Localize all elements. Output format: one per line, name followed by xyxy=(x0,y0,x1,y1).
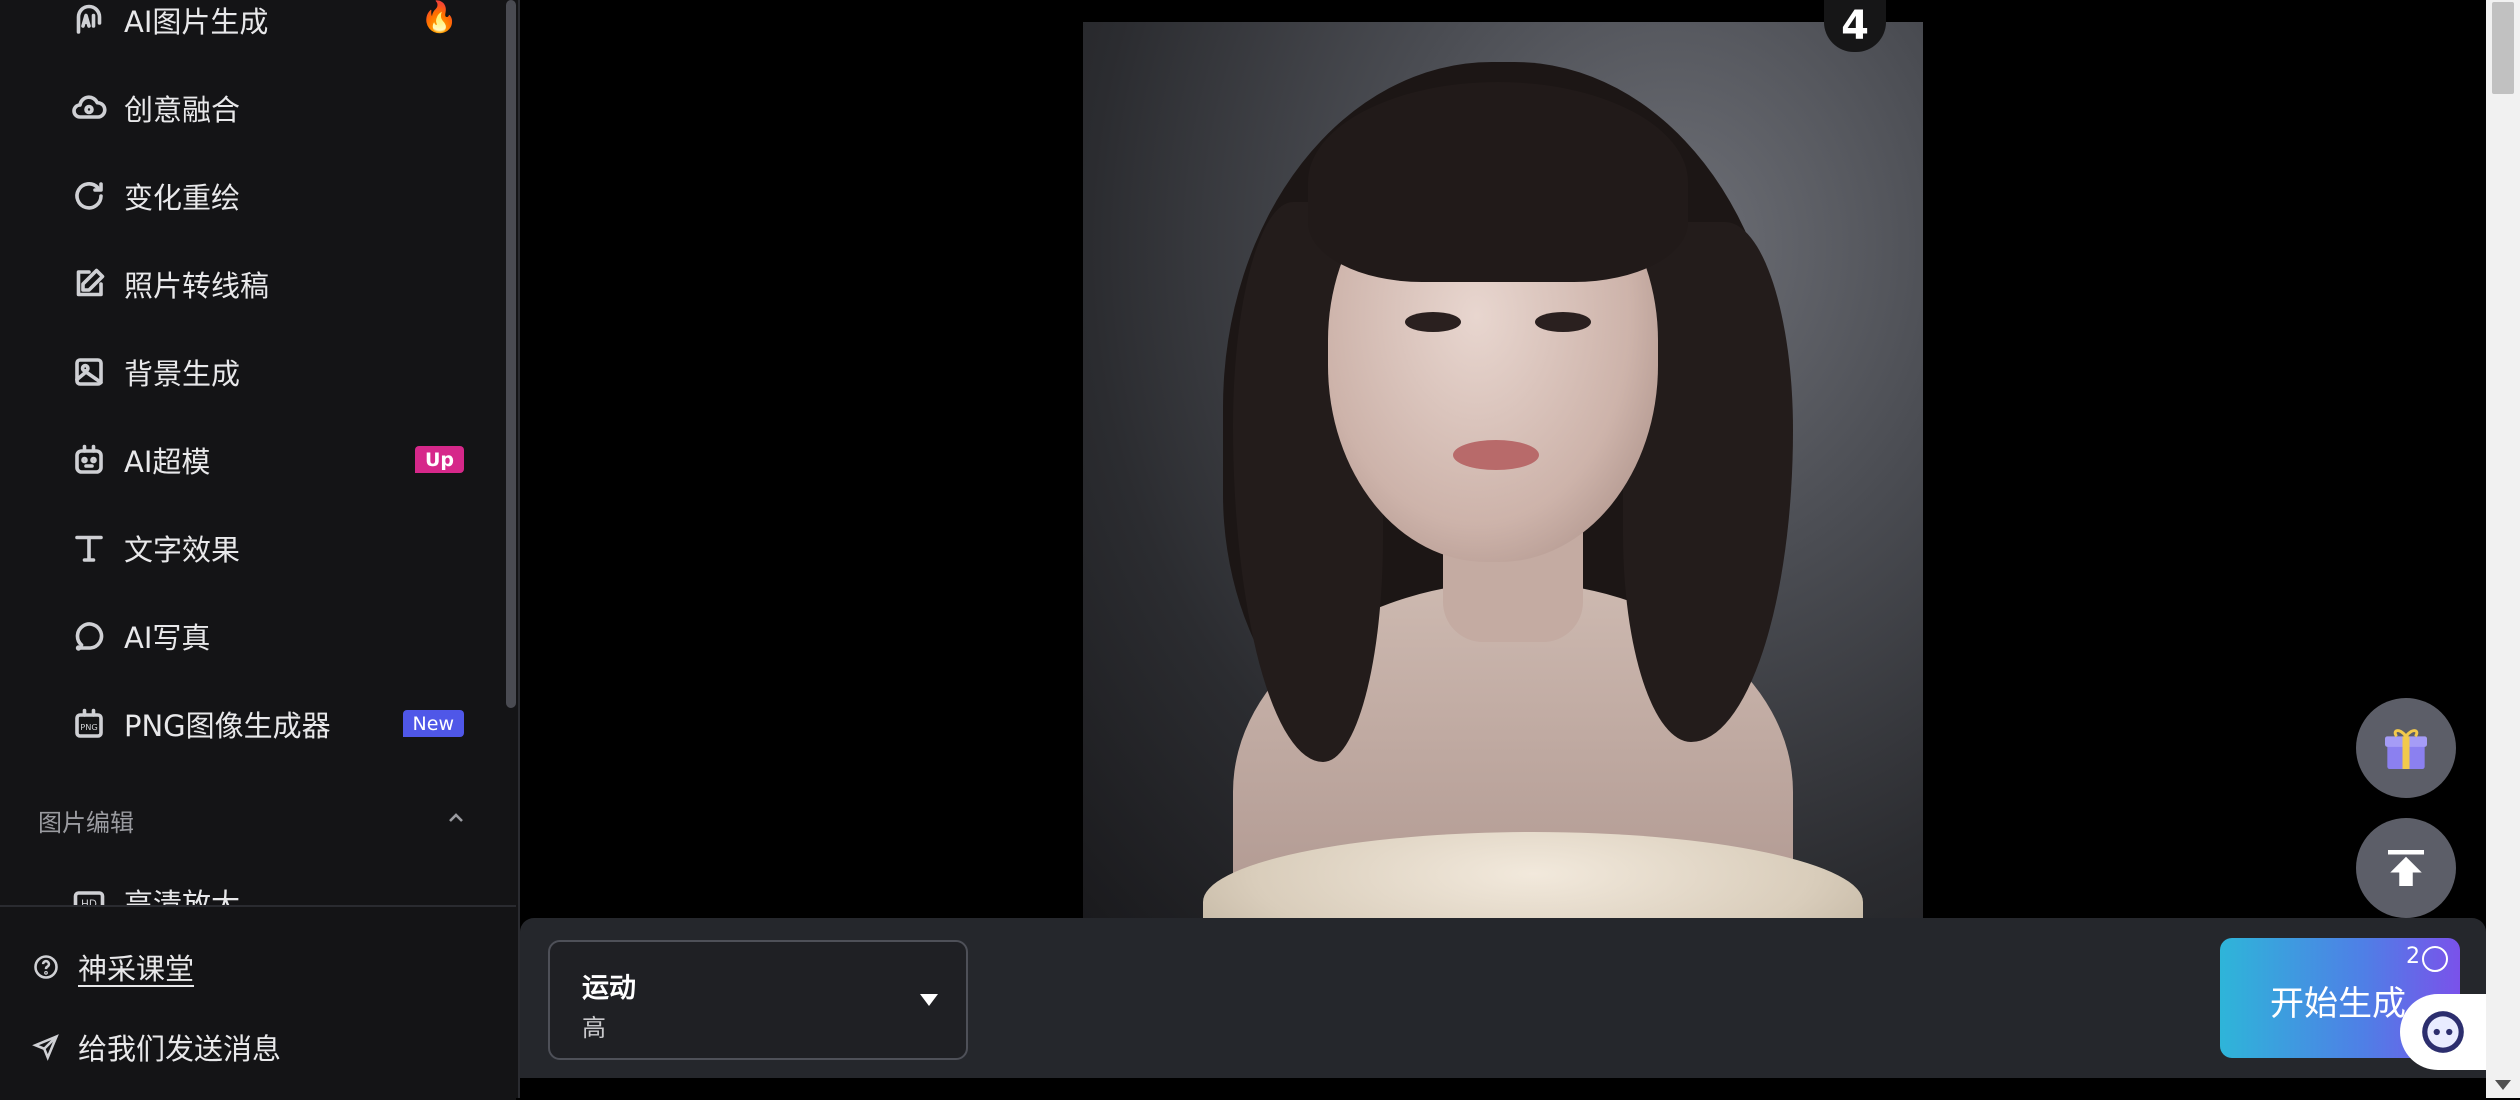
scroll-down-arrow-icon[interactable] xyxy=(2495,1080,2511,1090)
help-link[interactable]: 神采课堂 xyxy=(32,942,194,992)
cloud-blend-icon xyxy=(70,89,108,127)
bangs-shape xyxy=(1308,82,1688,282)
sidebar-item-label: PNG图像生成器 xyxy=(124,709,331,743)
help-link-label: 神采课堂 xyxy=(78,952,195,986)
coin-icon xyxy=(2422,946,2448,972)
sidebar-item-ai-portrait[interactable]: AI写真 xyxy=(70,606,470,666)
sidebar-scrollbar[interactable] xyxy=(506,0,516,708)
generation-bar: 运动 高 2 开始生成 xyxy=(520,918,2496,1078)
sidebar-item-ai-model[interactable]: AI超模 Up xyxy=(70,430,470,490)
image-icon xyxy=(70,353,108,391)
sidebar-item-variation[interactable]: 变化重绘 xyxy=(70,166,470,226)
refresh-icon xyxy=(70,177,108,215)
motion-select-value: 高 xyxy=(582,1014,606,1042)
send-message-link[interactable]: 给我们发送消息 xyxy=(32,1022,281,1072)
sidebar-item-label: 文字效果 xyxy=(124,533,241,567)
motion-select-title: 运动 xyxy=(582,973,636,1004)
sidebar-item-png-generator[interactable]: PNG PNG图像生成器 New xyxy=(70,694,470,754)
sidebar-item-label: 背景生成 xyxy=(124,357,241,391)
sidebar-item-label: 高清放大 xyxy=(124,887,241,905)
back-to-top-button[interactable] xyxy=(2356,818,2456,918)
sidebar-item-label: 照片转线稿 xyxy=(124,269,270,303)
sidebar-item-label: AI图片生成 xyxy=(124,5,269,39)
help-icon xyxy=(34,955,58,979)
text-icon xyxy=(70,529,108,567)
page-scrollbar[interactable] xyxy=(2486,0,2520,1098)
assistant-bot-icon xyxy=(2422,1011,2464,1053)
section-title: 图片编辑 xyxy=(38,808,134,837)
assistant-button[interactable] xyxy=(2400,994,2496,1070)
sidebar-nav: AI图片生成 🔥 创意融合 变化重绘 照片转线稿 背景生成 AI超模 Up 文字… xyxy=(0,0,500,905)
motion-select[interactable]: 运动 高 xyxy=(548,940,968,1060)
sidebar: AI图片生成 🔥 创意融合 变化重绘 照片转线稿 背景生成 AI超模 Up 文字… xyxy=(0,0,520,1100)
png-icon: PNG xyxy=(70,705,108,743)
edit-icon xyxy=(70,265,108,303)
sidebar-item-upscale[interactable]: HD 高清放大 xyxy=(70,872,470,905)
send-message-label: 给我们发送消息 xyxy=(78,1032,282,1066)
sidebar-item-label: AI写真 xyxy=(124,621,211,655)
fire-icon: 🔥 xyxy=(420,0,458,35)
sidebar-item-label: 创意融合 xyxy=(124,93,241,127)
sidebar-item-ai-image[interactable]: AI图片生成 🔥 xyxy=(70,0,470,50)
chevron-up-icon xyxy=(444,806,468,834)
lips-shape xyxy=(1453,440,1539,470)
credit-count: 2 xyxy=(2406,944,2420,969)
sidebar-item-line-art[interactable]: 照片转线稿 xyxy=(70,254,470,314)
section-image-edit[interactable]: 图片编辑 xyxy=(38,800,468,840)
hd-icon: HD xyxy=(70,883,108,905)
send-icon xyxy=(32,1034,59,1061)
sidebar-item-text-effect[interactable]: 文字效果 xyxy=(70,518,470,578)
eye-shape xyxy=(1535,312,1591,332)
eye-shape xyxy=(1405,312,1461,332)
face-icon xyxy=(70,617,108,655)
robot-icon xyxy=(70,441,108,479)
arrow-up-icon xyxy=(2388,850,2424,886)
sidebar-item-label: AI超模 xyxy=(124,445,211,479)
up-badge: Up xyxy=(414,446,464,473)
svg-text:PNG: PNG xyxy=(80,722,98,732)
gift-icon xyxy=(2385,729,2427,769)
caret-down-icon xyxy=(920,994,938,1006)
gift-button[interactable] xyxy=(2356,698,2456,798)
sidebar-footer: 神采课堂 给我们发送消息 xyxy=(0,905,516,1100)
new-badge: New xyxy=(402,710,464,737)
start-generate-label: 开始生成 xyxy=(2270,984,2406,1024)
page-scrollbar-thumb[interactable] xyxy=(2492,2,2514,94)
sidebar-item-creative-blend[interactable]: 创意融合 xyxy=(70,78,470,138)
svg-text:HD: HD xyxy=(81,898,97,905)
ai-image-icon xyxy=(70,1,108,39)
generated-image[interactable] xyxy=(1083,22,1923,920)
sidebar-item-label: 变化重绘 xyxy=(124,181,241,215)
sidebar-item-background[interactable]: 背景生成 xyxy=(70,342,470,402)
